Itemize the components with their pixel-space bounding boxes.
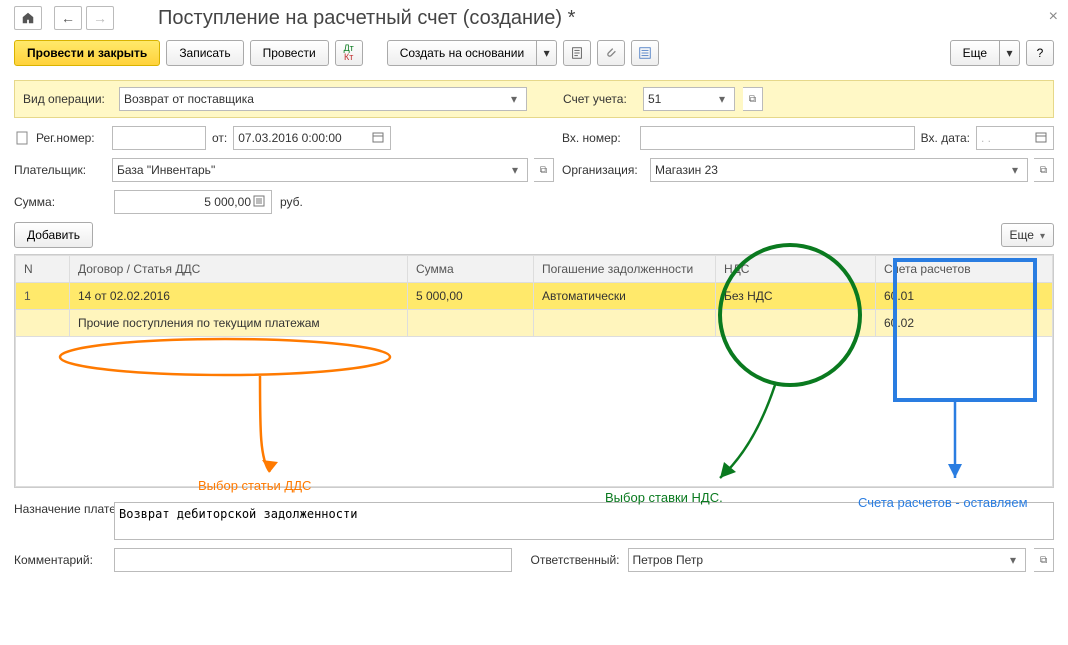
home-button[interactable]: [14, 6, 42, 30]
payments-table: N Договор / Статья ДДС Сумма Погашение з…: [14, 254, 1054, 488]
sum-calc-icon[interactable]: [251, 195, 267, 210]
attach-button[interactable]: [597, 40, 625, 66]
col-sum[interactable]: Сумма: [408, 256, 534, 283]
dt-kt-button[interactable]: ДтКт: [335, 40, 363, 66]
account-label: Счет учета:: [563, 92, 635, 106]
responsible-caret[interactable]: ▾: [1005, 553, 1021, 567]
cell-vat-2[interactable]: [716, 310, 876, 337]
cell-debt-1[interactable]: Автоматически: [534, 283, 716, 310]
col-contract[interactable]: Договор / Статья ДДС: [70, 256, 408, 283]
currency-label: руб.: [280, 195, 303, 209]
in-date-calendar-icon[interactable]: [1033, 131, 1049, 146]
cell-sum-1[interactable]: 5 000,00: [408, 283, 534, 310]
cell-sum-2[interactable]: [408, 310, 534, 337]
more-button[interactable]: Еще: [950, 40, 1000, 66]
doc-icon: [14, 130, 30, 146]
col-debt[interactable]: Погашение задолженности: [534, 256, 716, 283]
org-open-button[interactable]: ⧉: [1034, 158, 1054, 182]
table-more-button[interactable]: Еще: [1001, 223, 1054, 247]
nav-back-button[interactable]: ←: [54, 6, 82, 30]
date-input[interactable]: 07.03.2016 0:00:00: [238, 131, 370, 145]
cell-accounts-1[interactable]: 60.01: [876, 283, 1053, 310]
operation-type-label: Вид операции:: [23, 92, 111, 106]
operation-type-value[interactable]: Возврат от поставщика: [124, 92, 506, 106]
close-button[interactable]: ×: [1049, 8, 1058, 26]
purpose-label: Назначение платежа:: [14, 502, 106, 516]
cell-n-2[interactable]: [16, 310, 70, 337]
col-n[interactable]: N: [16, 256, 70, 283]
responsible-value[interactable]: Петров Петр: [633, 553, 1005, 567]
cell-debt-2[interactable]: [534, 310, 716, 337]
save-button[interactable]: Записать: [166, 40, 243, 66]
account-value[interactable]: 51: [648, 92, 714, 106]
account-caret[interactable]: ▾: [714, 92, 730, 106]
payer-label: Плательщик:: [14, 163, 106, 177]
print-button[interactable]: [563, 40, 591, 66]
operation-type-caret[interactable]: ▾: [506, 92, 522, 106]
payer-value[interactable]: База "Инвентарь": [117, 163, 507, 177]
org-value[interactable]: Магазин 23: [655, 163, 1007, 177]
org-label: Организация:: [562, 163, 644, 177]
col-accounts[interactable]: Счета расчетов: [876, 256, 1053, 283]
in-date-input[interactable]: . .: [981, 131, 1033, 145]
in-date-label: Вх. дата:: [921, 131, 970, 145]
cell-contract-2[interactable]: Прочие поступления по текущим платежам: [70, 310, 408, 337]
more-dropdown[interactable]: ▾: [1000, 40, 1020, 66]
payer-open-button[interactable]: ⧉: [534, 158, 554, 182]
create-based-dropdown[interactable]: ▾: [537, 40, 557, 66]
purpose-input[interactable]: Возврат дебиторской задолженности: [114, 502, 1054, 540]
responsible-open-button[interactable]: ⧉: [1034, 548, 1054, 572]
sum-input[interactable]: 5 000,00: [119, 195, 251, 209]
payer-caret[interactable]: ▾: [507, 163, 523, 177]
responsible-label: Ответственный:: [530, 553, 619, 567]
list-button[interactable]: [631, 40, 659, 66]
col-vat[interactable]: НДС: [716, 256, 876, 283]
empty-grid-area: [16, 337, 1053, 487]
page-title: Поступление на расчетный счет (создание)…: [158, 7, 575, 30]
reg-number-label: Рег.номер:: [36, 131, 106, 145]
account-open-button[interactable]: ⧉: [743, 87, 763, 111]
in-number-label: Вх. номер:: [562, 131, 634, 145]
comment-input[interactable]: [114, 548, 512, 572]
create-based-button[interactable]: Создать на основании: [387, 40, 538, 66]
cell-n-1[interactable]: 1: [16, 283, 70, 310]
commit-close-button[interactable]: Провести и закрыть: [14, 40, 160, 66]
in-number-input[interactable]: [640, 126, 915, 150]
cell-accounts-2[interactable]: 60.02: [876, 310, 1053, 337]
sum-label: Сумма:: [14, 195, 106, 209]
nav-forward-button[interactable]: →: [86, 6, 114, 30]
org-caret[interactable]: ▾: [1007, 163, 1023, 177]
add-row-button[interactable]: Добавить: [14, 222, 93, 248]
commit-button[interactable]: Провести: [250, 40, 329, 66]
reg-number-input[interactable]: [112, 126, 206, 150]
date-calendar-icon[interactable]: [370, 131, 386, 146]
comment-label: Комментарий:: [14, 553, 106, 567]
help-button[interactable]: ?: [1026, 40, 1054, 66]
date-label: от:: [212, 131, 227, 145]
cell-contract-1[interactable]: 14 от 02.02.2016: [70, 283, 408, 310]
cell-vat-1[interactable]: Без НДС: [716, 283, 876, 310]
